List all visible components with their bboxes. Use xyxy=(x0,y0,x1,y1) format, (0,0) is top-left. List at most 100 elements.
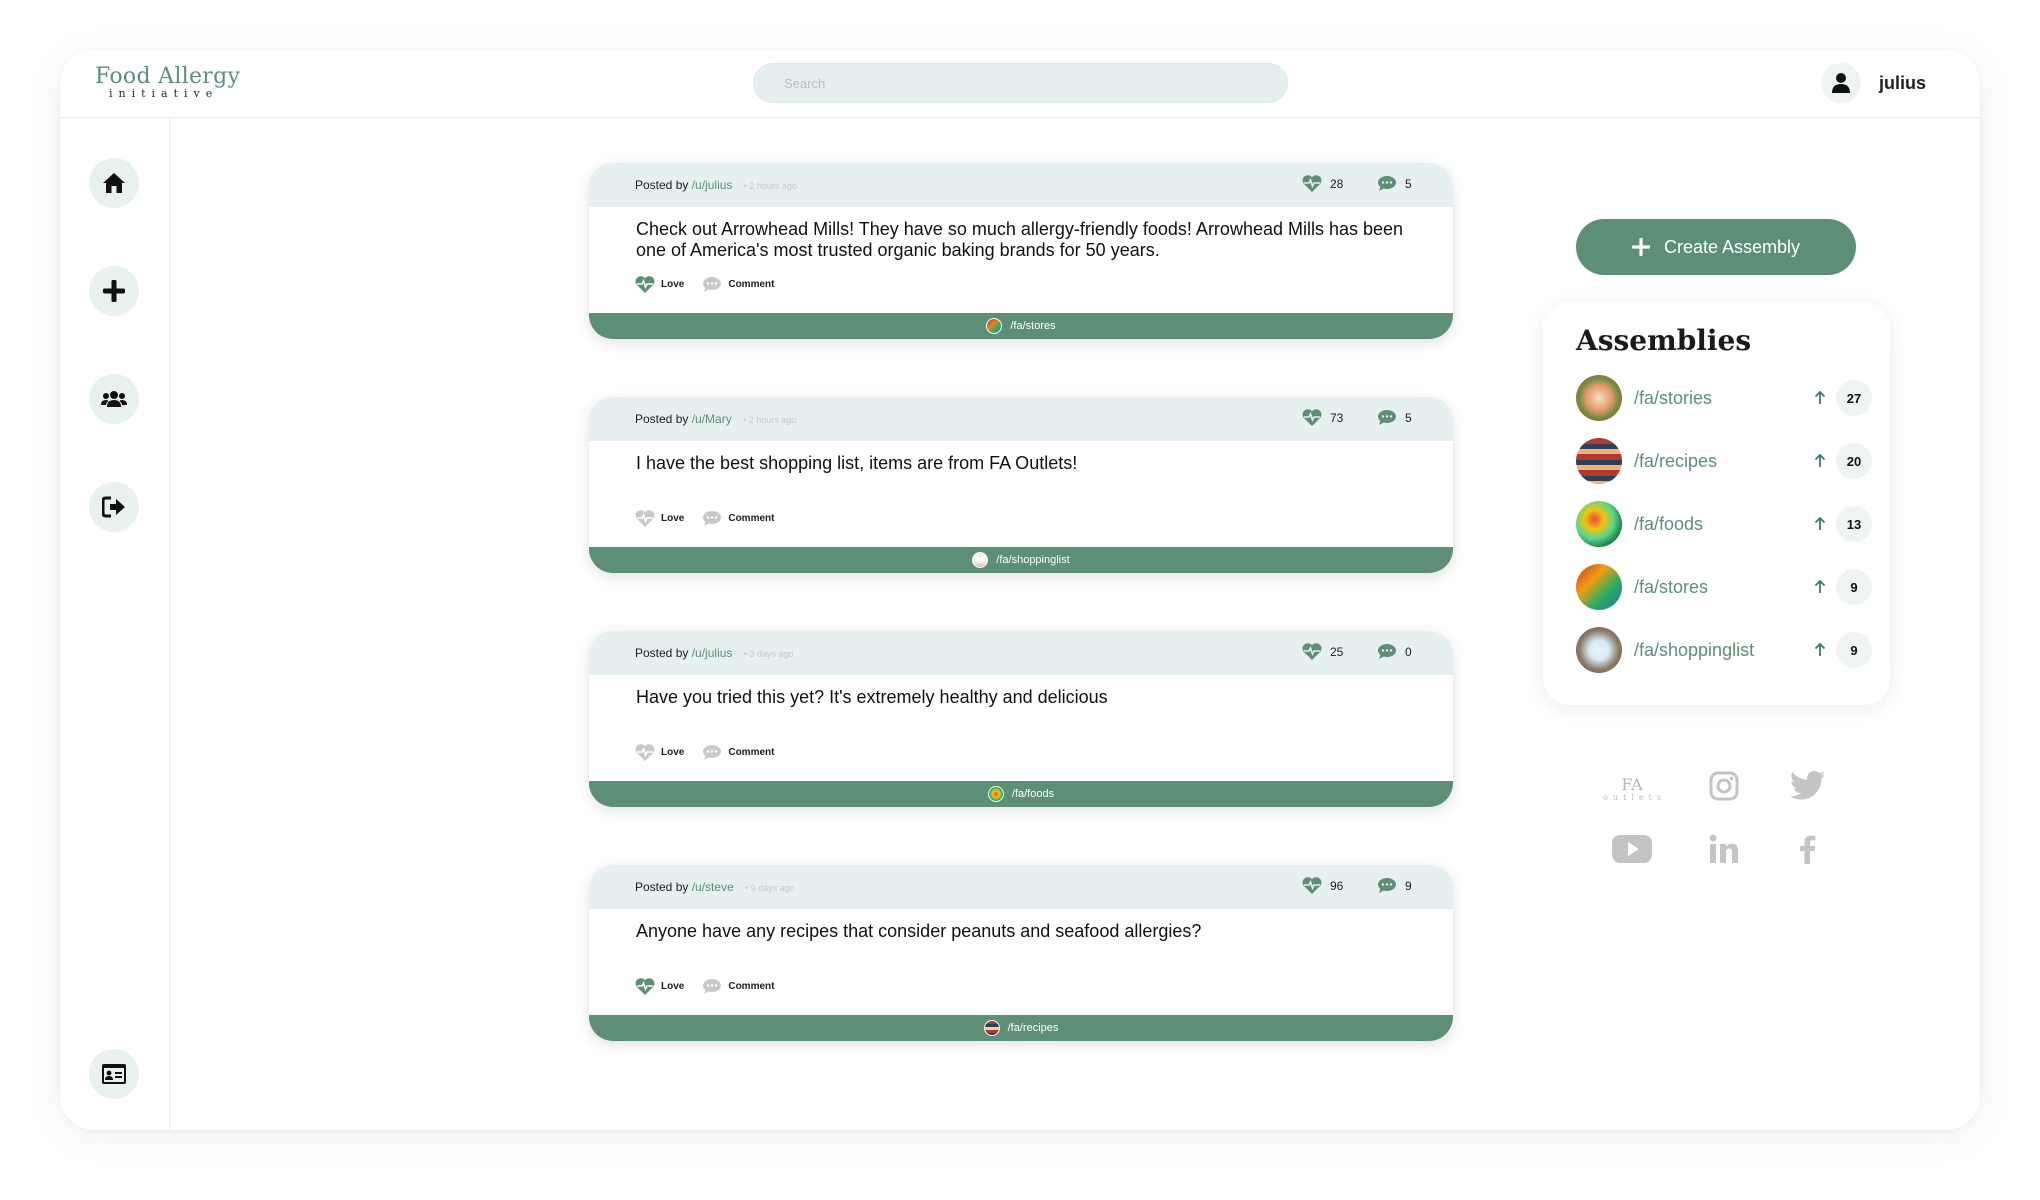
id-card-icon xyxy=(102,1064,126,1084)
post-header: Posted by /u/julius • 2 hours ago 28 5 xyxy=(589,163,1453,207)
sidebar-item-profile-card[interactable] xyxy=(89,1049,139,1099)
comment-count: 5 xyxy=(1377,409,1412,426)
post-time: • 2 hours ago xyxy=(743,415,797,425)
post-actions: Love Comment xyxy=(635,744,774,761)
post-header: Posted by /u/julius • 3 days ago 25 0 xyxy=(589,631,1453,675)
post-text: I have the best shopping list, items are… xyxy=(636,453,1078,473)
post-card[interactable]: Posted by /u/julius • 2 hours ago 28 5 C… xyxy=(589,163,1453,339)
trending-up-icon xyxy=(1810,454,1830,468)
trending-up-icon xyxy=(1810,517,1830,531)
assembly-count: 13 xyxy=(1836,506,1872,542)
heart-pulse-icon xyxy=(635,510,655,527)
user-menu[interactable]: julius xyxy=(1820,63,1926,103)
post-time: • 3 days ago xyxy=(743,649,794,659)
sidebar-item-logout[interactable] xyxy=(89,482,139,532)
post-meta: Posted by /u/Mary • 2 hours ago xyxy=(635,412,796,426)
love-button-label: Love xyxy=(661,747,685,758)
post-meta: Posted by /u/julius • 3 days ago xyxy=(635,646,793,660)
post-card[interactable]: Posted by /u/Mary • 2 hours ago 73 5 I h… xyxy=(589,397,1453,573)
assembly-item[interactable]: /fa/foods 13 xyxy=(1576,501,1876,547)
heart-pulse-icon xyxy=(1302,409,1322,426)
logo[interactable]: Food Allergy initiative xyxy=(95,64,240,100)
posted-by-label: Posted by xyxy=(635,880,689,894)
comment-button-label: Comment xyxy=(728,747,775,758)
trending-up-icon xyxy=(1810,391,1830,405)
love-count-value: 28 xyxy=(1330,176,1344,191)
assembly-item[interactable]: /fa/stores 9 xyxy=(1576,564,1876,610)
love-count: 25 xyxy=(1302,643,1343,660)
comment-bubble-icon xyxy=(703,979,722,994)
post-text: Have you tried this yet? It's extremely … xyxy=(636,687,1108,707)
post-meta: Posted by /u/julius • 2 hours ago xyxy=(635,178,797,192)
facebook-icon[interactable] xyxy=(1797,834,1817,864)
assembly-item[interactable]: /fa/recipes 20 xyxy=(1576,438,1876,484)
comment-button[interactable]: Comment xyxy=(702,744,774,761)
love-button[interactable]: Love xyxy=(635,744,684,761)
assembly-avatar xyxy=(1576,564,1622,610)
assembly-name: /fa/stores xyxy=(1634,576,1709,597)
instagram-icon[interactable] xyxy=(1709,771,1739,801)
assembly-avatar xyxy=(1576,438,1622,484)
comment-button[interactable]: Comment xyxy=(702,510,774,527)
post-assembly-link[interactable]: /fa/recipes xyxy=(589,1015,1453,1041)
post-author-link[interactable]: /u/julius xyxy=(692,178,733,192)
trending-up-icon xyxy=(1810,643,1830,657)
assembly-item[interactable]: /fa/shoppinglist 9 xyxy=(1576,627,1876,673)
comment-bubble-icon xyxy=(703,277,722,292)
post-assembly-link[interactable]: /fa/foods xyxy=(589,781,1453,807)
user-icon xyxy=(1831,73,1850,93)
post-card[interactable]: Posted by /u/steve • 9 days ago 96 9 Any… xyxy=(589,865,1453,1041)
love-count-value: 96 xyxy=(1330,878,1344,893)
search-input[interactable] xyxy=(753,63,1288,103)
love-count: 73 xyxy=(1302,409,1343,426)
sidebar-item-create[interactable] xyxy=(89,266,139,316)
post-assembly-link[interactable]: /fa/stores xyxy=(589,313,1453,339)
comment-count: 9 xyxy=(1377,877,1412,894)
comment-bubble-icon xyxy=(1378,878,1396,893)
post-actions: Love Comment xyxy=(635,276,774,293)
create-assembly-button[interactable]: Create Assembly xyxy=(1576,219,1856,275)
post-author-link[interactable]: /u/julius xyxy=(692,646,733,660)
assembly-item[interactable]: /fa/stories 27 xyxy=(1576,375,1876,421)
assembly-name: /fa/stories xyxy=(1634,387,1713,408)
trending-up-icon xyxy=(1810,580,1830,594)
home-icon xyxy=(103,173,125,193)
twitter-icon[interactable] xyxy=(1790,771,1826,801)
post-author-link[interactable]: /u/Mary xyxy=(692,412,732,426)
fa-outlets-logo[interactable]: FA outlets xyxy=(1598,772,1666,806)
sidebar-item-community[interactable] xyxy=(89,374,139,424)
create-assembly-label: Create Assembly xyxy=(1663,236,1801,257)
post-header: Posted by /u/Mary • 2 hours ago 73 5 xyxy=(589,397,1453,441)
assembly-thumbnail xyxy=(972,552,989,568)
post-assembly-name: /fa/foods xyxy=(1011,788,1055,800)
linkedin-icon[interactable] xyxy=(1709,834,1739,864)
post-time: • 2 hours ago xyxy=(743,181,797,191)
top-bar: Food Allergy initiative julius xyxy=(60,50,1980,118)
comment-count-value: 0 xyxy=(1405,644,1412,659)
sidebar-item-home[interactable] xyxy=(89,158,139,208)
post-text: Anyone have any recipes that consider pe… xyxy=(636,921,1202,941)
love-count: 96 xyxy=(1302,877,1343,894)
avatar xyxy=(1820,63,1861,103)
assembly-avatar xyxy=(1576,627,1622,673)
comment-button[interactable]: Comment xyxy=(702,276,774,293)
youtube-icon[interactable] xyxy=(1612,834,1652,864)
love-button-label: Love xyxy=(661,981,685,992)
love-button[interactable]: Love xyxy=(635,510,684,527)
post-card[interactable]: Posted by /u/julius • 3 days ago 25 0 Ha… xyxy=(589,631,1453,807)
assembly-count: 9 xyxy=(1836,632,1872,668)
assembly-count: 27 xyxy=(1836,380,1872,416)
love-button[interactable]: Love xyxy=(635,276,684,293)
assembly-thumbnail xyxy=(987,786,1004,802)
post-assembly-link[interactable]: /fa/shoppinglist xyxy=(589,547,1453,573)
assembly-avatar xyxy=(1576,375,1622,421)
post-actions: Love Comment xyxy=(635,510,774,527)
comment-bubble-icon xyxy=(1378,410,1396,425)
love-button[interactable]: Love xyxy=(635,978,684,995)
posted-by-label: Posted by xyxy=(635,646,689,660)
love-button-label: Love xyxy=(661,279,685,290)
assemblies-title: Assemblies xyxy=(1576,324,1752,357)
post-author-link[interactable]: /u/steve xyxy=(692,880,734,894)
comment-button[interactable]: Comment xyxy=(702,978,774,995)
fa-outlets-logo-sub: outlets xyxy=(1603,792,1666,802)
